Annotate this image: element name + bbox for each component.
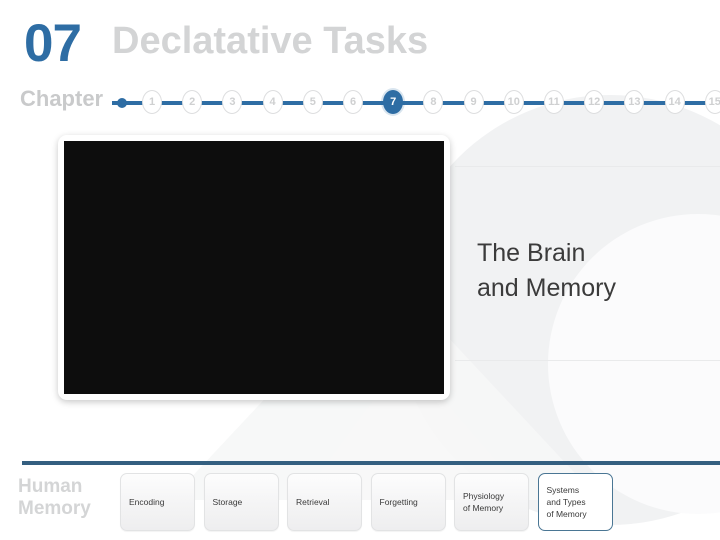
chapter-step-4[interactable]: 4 bbox=[262, 90, 283, 114]
content-heading: The Brain and Memory bbox=[477, 236, 707, 305]
tab-label: Encoding bbox=[129, 496, 164, 508]
chapter-step-label: 4 bbox=[269, 96, 276, 108]
brand-label: Human Memory bbox=[18, 476, 118, 521]
chapter-step-2[interactable]: 2 bbox=[182, 90, 203, 114]
tab-storage[interactable]: Storage bbox=[203, 473, 279, 531]
brand-label-line-2: Memory bbox=[18, 498, 91, 520]
chapter-step-14[interactable]: 14 bbox=[664, 90, 685, 114]
tab-label-line: Storage bbox=[212, 496, 243, 507]
tab-label-line: Physiology bbox=[463, 490, 505, 501]
chapter-step-3[interactable]: 3 bbox=[222, 90, 243, 114]
tab-forgetting[interactable]: Forgetting bbox=[370, 473, 446, 531]
tab-label-line: of Memory bbox=[463, 503, 504, 513]
chapter-step-label: 1 bbox=[148, 96, 156, 108]
section-tabbar[interactable]: Encoding Storage Retrieval Forgetting Physio… bbox=[120, 473, 720, 533]
chapter-step-6[interactable]: 6 bbox=[343, 90, 363, 114]
chapter-step-label: 10 bbox=[507, 96, 520, 108]
tab-label: Physiology of Memory bbox=[463, 490, 504, 515]
divider-rule-top bbox=[455, 166, 720, 167]
chapter-step-15[interactable]: 15 bbox=[704, 90, 720, 114]
tab-label: Storage bbox=[213, 496, 243, 508]
content-heading-line-2: and Memory bbox=[477, 273, 616, 302]
chapter-label: Chapter bbox=[20, 86, 104, 111]
chapter-step-label: 6 bbox=[349, 96, 357, 108]
chapter-step-8[interactable]: 8 bbox=[423, 90, 444, 114]
chapter-step-9[interactable]: 9 bbox=[463, 90, 484, 114]
slide-header: 07 Declatative Tasks Chapter 1 2 3 4 5 6 7 8 9 10… bbox=[0, 0, 720, 120]
tab-label-line: Systems bbox=[546, 484, 580, 495]
video-placeholder[interactable] bbox=[64, 141, 444, 394]
footer-rule bbox=[22, 461, 720, 465]
tab-label-line: Retrieval bbox=[296, 496, 330, 507]
media-panel[interactable] bbox=[58, 135, 450, 400]
tab-label-line: Encoding bbox=[129, 496, 165, 507]
chapter-step-label: 14 bbox=[668, 96, 681, 108]
chapter-step-1[interactable]: 1 bbox=[142, 90, 162, 114]
content-heading-line-1: The Brain bbox=[477, 239, 586, 267]
chapter-step-label: 3 bbox=[229, 96, 236, 108]
chapter-progress-strip[interactable]: 1 2 3 4 5 6 7 8 9 10 11 12 13 14 15 bbox=[112, 90, 720, 116]
chapter-step-label: 5 bbox=[309, 96, 316, 108]
chapter-step-label: 8 bbox=[430, 96, 437, 108]
tab-encoding[interactable]: Encoding bbox=[120, 473, 195, 531]
tab-retrieval[interactable]: Retrieval bbox=[287, 473, 362, 531]
tab-label-line: of Memory bbox=[546, 509, 587, 520]
chapter-step-12[interactable]: 12 bbox=[584, 90, 605, 114]
chapter-step-label: 15 bbox=[708, 96, 720, 108]
chapter-step-label: 11 bbox=[548, 96, 560, 108]
tab-label-line: and Types bbox=[546, 496, 586, 507]
tab-label: Forgetting bbox=[380, 496, 418, 508]
chapter-step-label: 2 bbox=[189, 96, 196, 108]
chapter-step-label: 12 bbox=[588, 96, 601, 108]
chapter-step-label: 13 bbox=[628, 96, 641, 108]
tab-systems-and-types-of-memory[interactable]: Systems and Types of Memory bbox=[537, 473, 613, 531]
tab-label: Systems and Types of Memory bbox=[547, 484, 587, 521]
chapter-step-label: 9 bbox=[470, 96, 477, 108]
chapter-step-11[interactable]: 11 bbox=[544, 90, 564, 114]
chapter-step-label: 7 bbox=[390, 96, 397, 108]
chapter-step-7[interactable]: 7 bbox=[383, 90, 404, 114]
chapter-step-5[interactable]: 5 bbox=[302, 90, 323, 114]
brand-label-line-1: Human bbox=[18, 476, 83, 497]
tab-physiology-of-memory[interactable]: Physiology of Memory bbox=[454, 473, 529, 531]
slide-canvas: 07 Declatative Tasks Chapter 1 2 3 4 5 6 7 8 9 10… bbox=[0, 0, 720, 540]
tab-label-line: Forgetting bbox=[379, 496, 418, 507]
chapter-step-13[interactable]: 13 bbox=[624, 90, 645, 114]
chapter-step-10[interactable]: 10 bbox=[503, 90, 524, 114]
chapter-number: 07 bbox=[24, 14, 82, 73]
progress-start-dot bbox=[117, 98, 127, 108]
divider-rule-bottom bbox=[455, 360, 720, 361]
page-title: Declatative Tasks bbox=[112, 20, 429, 62]
tab-label: Retrieval bbox=[296, 496, 330, 508]
